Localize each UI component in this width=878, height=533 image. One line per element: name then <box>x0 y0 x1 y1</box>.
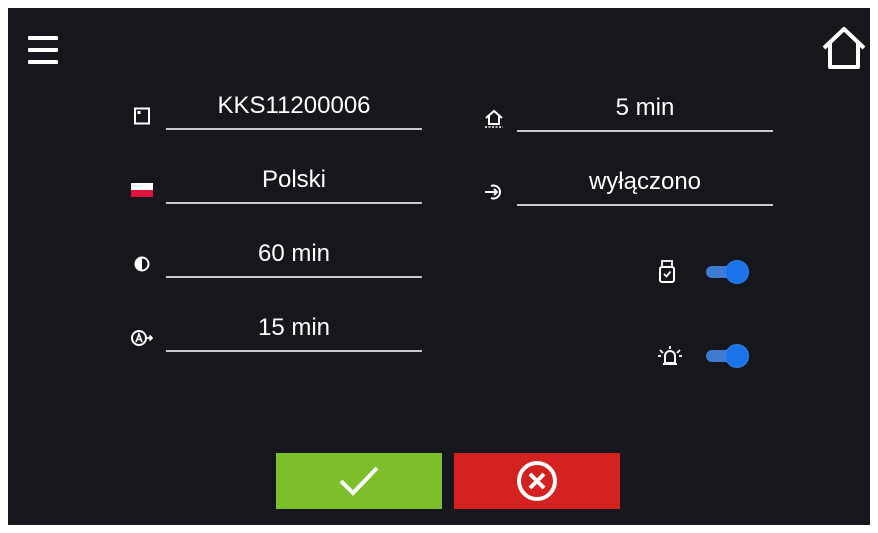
alarm-icon <box>656 344 684 368</box>
brightness-icon <box>130 252 154 276</box>
cancel-button[interactable] <box>454 453 620 509</box>
language-field[interactable]: Polski <box>166 158 422 204</box>
home-return-icon <box>482 106 506 130</box>
auto-logout-icon <box>130 326 154 350</box>
settings-screen: KKS11200006 Polski 60 min 15 min 5 min w… <box>8 8 870 525</box>
home-icon <box>822 27 866 69</box>
usb-toggle[interactable] <box>706 261 748 283</box>
menu-icon[interactable] <box>26 32 60 72</box>
home-button[interactable] <box>820 24 868 72</box>
language-flag-icon <box>130 178 154 202</box>
alarm-toggle[interactable] <box>706 345 748 367</box>
confirm-button[interactable] <box>276 453 442 509</box>
checkmark-icon <box>339 466 379 496</box>
brightness-field[interactable]: 60 min <box>166 232 422 278</box>
login-icon <box>482 180 506 204</box>
usb-icon <box>658 260 682 284</box>
login-field[interactable]: wyłączono <box>517 160 773 206</box>
home-return-field[interactable]: 5 min <box>517 86 773 132</box>
auto-logout-field[interactable]: 15 min <box>166 306 422 352</box>
close-circle-icon <box>517 461 557 501</box>
device-id-icon <box>130 104 154 128</box>
device-id-field[interactable]: KKS11200006 <box>166 84 422 130</box>
